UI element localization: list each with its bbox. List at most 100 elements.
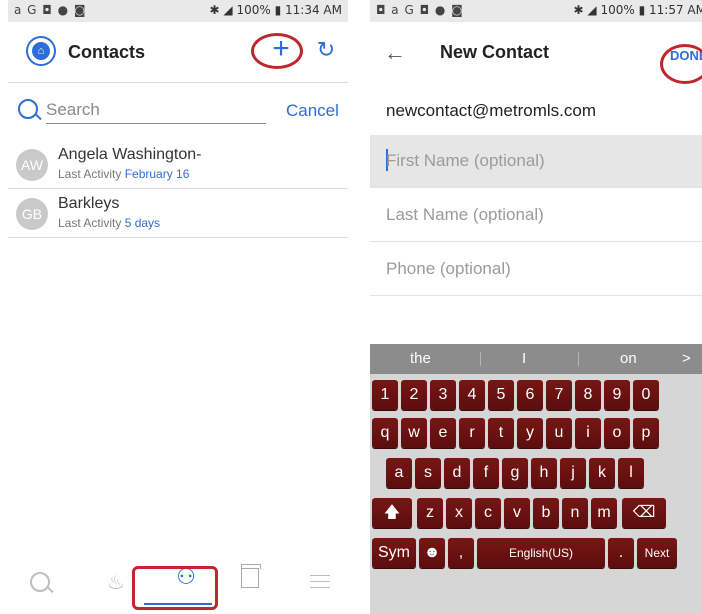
key[interactable]: x bbox=[446, 498, 472, 528]
contact-name: Barkleys bbox=[58, 195, 120, 212]
sym-key[interactable]: Sym bbox=[372, 538, 416, 568]
suggestion-bar: the I on > bbox=[370, 344, 702, 374]
key[interactable]: 8 bbox=[575, 380, 601, 410]
key[interactable]: m bbox=[591, 498, 617, 528]
nav-menu-tab[interactable] bbox=[300, 570, 340, 606]
suggestion-item[interactable]: on bbox=[620, 350, 637, 367]
notification-icons: ◘ a G ◘ ● ◙ bbox=[376, 3, 464, 17]
key[interactable]: 0 bbox=[633, 380, 659, 410]
number-row: 1 2 3 4 5 6 7 8 9 0 bbox=[370, 380, 702, 412]
back-arrow-icon[interactable]: ← bbox=[384, 40, 406, 66]
menu-icon bbox=[310, 575, 330, 576]
key[interactable]: i bbox=[575, 418, 601, 448]
key[interactable]: 5 bbox=[488, 380, 514, 410]
key[interactable]: n bbox=[562, 498, 588, 528]
app-header: ← New Contact DONE bbox=[370, 22, 702, 84]
nav-hot-tab[interactable]: ♨ bbox=[96, 570, 136, 606]
key[interactable]: y bbox=[517, 418, 543, 448]
highlight-circle bbox=[251, 33, 303, 69]
key[interactable]: 7 bbox=[546, 380, 572, 410]
battery-icon: ▮ bbox=[638, 3, 650, 17]
avatar: GB bbox=[16, 198, 48, 230]
battery-percent: 100% bbox=[236, 3, 271, 17]
last-name-placeholder: Last Name (optional) bbox=[386, 205, 544, 224]
status-right: ✱ ◢ 100% ▮ 11:57 AM bbox=[574, 3, 702, 17]
space-row: Sym ☻ , English(US) . Next bbox=[370, 538, 702, 570]
avatar: AW bbox=[16, 149, 48, 181]
qwerty-row: q w e r t y u i o p bbox=[370, 418, 702, 450]
nav-listings-tab[interactable] bbox=[230, 564, 270, 604]
key[interactable]: 2 bbox=[401, 380, 427, 410]
suggestion-item[interactable]: the bbox=[410, 350, 431, 367]
first-name-field[interactable]: First Name (optional) bbox=[370, 135, 702, 188]
search-icon bbox=[18, 99, 38, 119]
list-item[interactable]: AW Angela Washington- Last Activity Febr… bbox=[8, 140, 348, 189]
search-icon bbox=[30, 572, 50, 592]
key[interactable]: a bbox=[386, 458, 412, 488]
key[interactable]: l bbox=[618, 458, 644, 488]
activity-value: 5 days bbox=[124, 216, 161, 230]
refresh-icon[interactable]: ↻ bbox=[314, 38, 338, 62]
notification-icons: a G ◘ ● ◙ bbox=[14, 3, 87, 17]
search-input[interactable] bbox=[46, 97, 266, 124]
next-key[interactable]: Next bbox=[637, 538, 677, 568]
chevron-right-icon[interactable]: > bbox=[682, 350, 691, 367]
cancel-button[interactable]: Cancel bbox=[286, 101, 339, 121]
key[interactable]: w bbox=[401, 418, 427, 448]
clock: 11:57 AM bbox=[649, 3, 702, 17]
contact-activity: Last Activity February 16 bbox=[58, 167, 189, 181]
key[interactable]: o bbox=[604, 418, 630, 448]
key[interactable]: 9 bbox=[604, 380, 630, 410]
key[interactable]: 6 bbox=[517, 380, 543, 410]
key[interactable]: s bbox=[415, 458, 441, 488]
battery-percent: 100% bbox=[600, 3, 635, 17]
key[interactable]: 1 bbox=[372, 380, 398, 410]
key[interactable]: f bbox=[473, 458, 499, 488]
contact-name: Angela Washington- bbox=[58, 146, 202, 163]
key[interactable]: g bbox=[502, 458, 528, 488]
phone-field[interactable]: Phone (optional) bbox=[370, 243, 702, 296]
house-icon: ⌂ bbox=[32, 42, 50, 60]
page-title: New Contact bbox=[440, 42, 550, 62]
building-icon bbox=[241, 564, 261, 588]
key[interactable]: p bbox=[633, 418, 659, 448]
home-logo-icon[interactable]: ⌂ bbox=[26, 36, 56, 66]
clock: 11:34 AM bbox=[285, 3, 342, 17]
suggestion-item[interactable]: I bbox=[522, 350, 526, 367]
key[interactable]: t bbox=[488, 418, 514, 448]
activity-label: Last Activity bbox=[58, 167, 122, 181]
key[interactable]: q bbox=[372, 418, 398, 448]
emoji-key[interactable]: ☻ bbox=[419, 538, 445, 568]
key[interactable]: u bbox=[546, 418, 572, 448]
contacts-screen: a G ◘ ● ◙ ✱ ◢ 100% ▮ 11:34 AM ⌂ Contacts… bbox=[8, 0, 348, 614]
key[interactable]: r bbox=[459, 418, 485, 448]
key[interactable]: z bbox=[417, 498, 443, 528]
nav-search-tab[interactable] bbox=[20, 568, 60, 604]
key[interactable]: e bbox=[430, 418, 456, 448]
status-bar: a G ◘ ● ◙ ✱ ◢ 100% ▮ 11:34 AM bbox=[8, 0, 348, 22]
backspace-icon: ⌫ bbox=[632, 504, 656, 521]
key[interactable]: d bbox=[444, 458, 470, 488]
shift-key[interactable]: 🡅 bbox=[372, 498, 412, 528]
comma-key[interactable]: , bbox=[448, 538, 474, 568]
key[interactable]: 4 bbox=[459, 380, 485, 410]
key[interactable]: c bbox=[475, 498, 501, 528]
last-name-field[interactable]: Last Name (optional) bbox=[370, 189, 702, 242]
key[interactable]: 3 bbox=[430, 380, 456, 410]
key[interactable]: h bbox=[531, 458, 557, 488]
key[interactable]: v bbox=[504, 498, 530, 528]
key[interactable]: j bbox=[560, 458, 586, 488]
activity-value: February 16 bbox=[124, 167, 190, 181]
email-value: newcontact@metromls.com bbox=[386, 101, 596, 120]
app-header: ⌂ Contacts + ↻ bbox=[8, 22, 348, 83]
highlight-circle bbox=[660, 44, 702, 84]
bottom-letter-row: 🡅 z x c v b n m ⌫ bbox=[370, 498, 702, 530]
key[interactable]: b bbox=[533, 498, 559, 528]
space-key[interactable]: English(US) bbox=[477, 538, 605, 568]
emoji-icon: ☻ bbox=[423, 544, 441, 561]
flame-icon: ♨ bbox=[107, 572, 125, 594]
backspace-key[interactable]: ⌫ bbox=[622, 498, 666, 528]
list-item[interactable]: GB Barkleys Last Activity 5 days bbox=[8, 189, 348, 238]
period-key[interactable]: . bbox=[608, 538, 634, 568]
key[interactable]: k bbox=[589, 458, 615, 488]
